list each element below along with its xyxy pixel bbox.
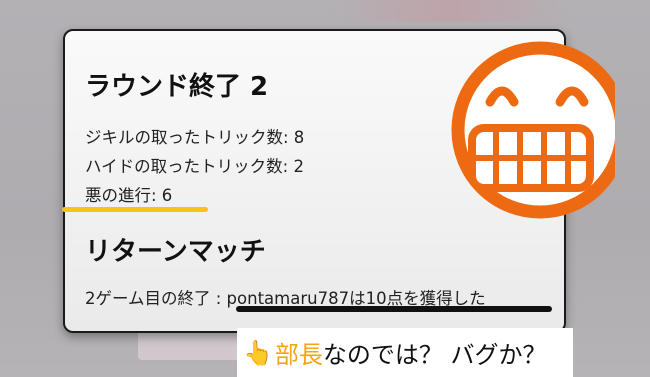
pointing-hand-icon: 👆 bbox=[243, 338, 273, 367]
evil-progress: 悪の進行: 6 bbox=[85, 186, 173, 205]
annotation-caption: 👆 部長 なのでは？ バグか？ bbox=[237, 328, 573, 377]
caption-text: なのでは？ バグか？ bbox=[322, 341, 547, 369]
yellow-underline-annotation bbox=[62, 207, 208, 212]
rematch-heading: リターンマッチ bbox=[85, 237, 266, 267]
dialog-title: ラウンド終了 2 bbox=[85, 72, 269, 102]
caption-highlight: 部長 bbox=[274, 341, 323, 369]
grimacing-face-icon bbox=[451, 41, 615, 219]
jekyll-trick-count: ジキルの取ったトリック数: 8 bbox=[85, 128, 305, 147]
background-glow bbox=[330, 0, 570, 22]
black-underline-annotation bbox=[236, 306, 552, 312]
hyde-trick-count: ハイドの取ったトリック数: 2 bbox=[85, 157, 304, 176]
